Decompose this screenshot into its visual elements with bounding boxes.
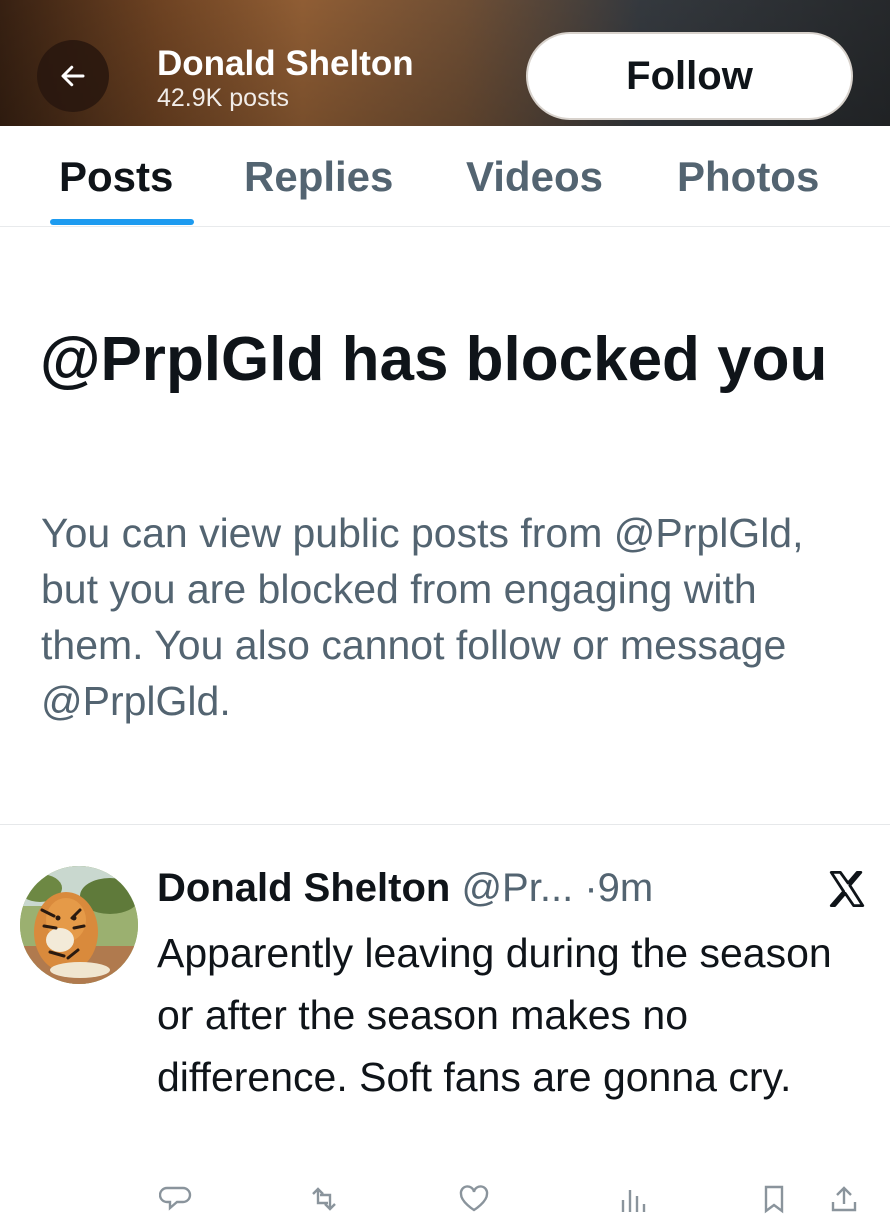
post-timestamp[interactable]: 9m xyxy=(598,866,654,910)
tab-replies[interactable]: Replies xyxy=(244,152,393,202)
profile-tabs: Posts Replies Videos Photos xyxy=(0,126,890,227)
header-profile-name: Donald Shelton xyxy=(157,44,414,83)
tab-photos[interactable]: Photos xyxy=(677,152,819,202)
post-author-handle[interactable]: @Pr... xyxy=(461,866,573,910)
section-divider xyxy=(0,824,890,825)
share-icon[interactable] xyxy=(827,1184,861,1214)
blocked-description: You can view public posts from @PrplGld,… xyxy=(41,510,804,724)
tab-posts[interactable]: Posts xyxy=(59,152,173,202)
avatar[interactable] xyxy=(20,866,138,984)
arrow-left-icon xyxy=(61,65,85,87)
views-icon[interactable] xyxy=(617,1184,651,1214)
bookmark-icon[interactable] xyxy=(757,1184,791,1214)
post-separator: · xyxy=(584,866,598,910)
post-header: Donald Shelton @Pr... ·9m xyxy=(157,862,653,914)
active-tab-indicator xyxy=(50,219,194,225)
post-body-text: Apparently leaving during the season or … xyxy=(157,930,832,1100)
reply-icon[interactable] xyxy=(158,1184,193,1214)
follow-button[interactable]: Follow xyxy=(526,32,853,120)
header-title-block: Donald Shelton 42.9K posts xyxy=(157,44,414,112)
header-post-count: 42.9K posts xyxy=(157,84,290,112)
x-logo-icon[interactable] xyxy=(826,868,868,910)
profile-header-banner: Donald Shelton 42.9K posts Follow xyxy=(0,0,890,126)
blocked-title: @PrplGld has blocked you xyxy=(40,325,828,394)
tiger-avatar-image xyxy=(20,866,138,984)
like-icon[interactable] xyxy=(457,1184,491,1214)
back-button[interactable] xyxy=(37,40,109,112)
post-action-bar xyxy=(157,1184,857,1214)
post-author-name[interactable]: Donald Shelton xyxy=(157,866,450,910)
repost-icon[interactable] xyxy=(307,1184,341,1214)
tab-videos[interactable]: Videos xyxy=(466,152,603,202)
